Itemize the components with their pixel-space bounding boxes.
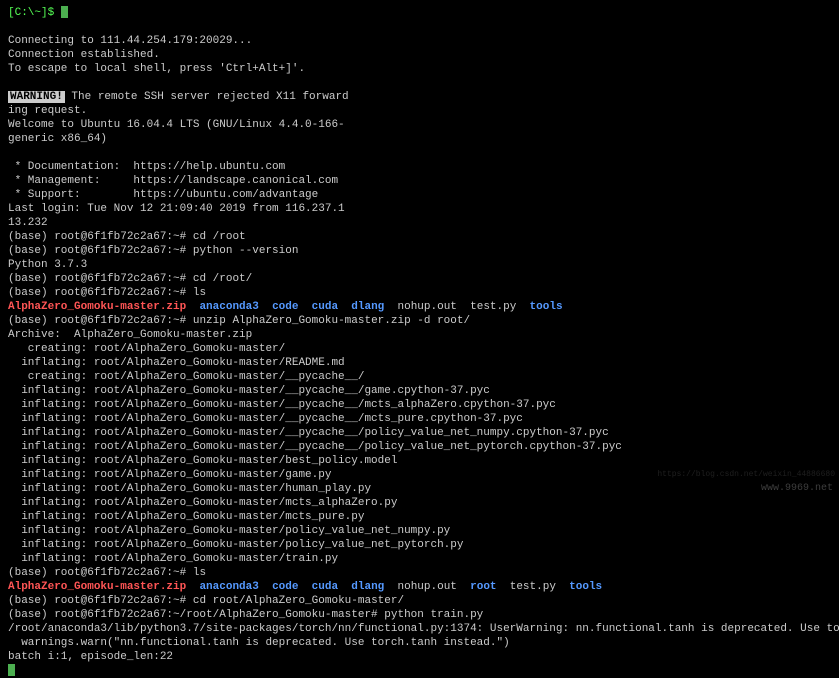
ls-item: nohup.out [398,301,457,313]
cursor-icon [61,6,68,18]
ps1: (base) root@6f1fb72c2a67:~# [8,315,193,327]
ls-item: anaconda3 [199,301,258,313]
connect-line: To escape to local shell, press 'Ctrl+Al… [8,62,831,76]
ls-item: test.py [510,581,556,593]
unzip-output: inflating: root/AlphaZero_Gomoku-master/… [8,510,831,524]
shell-line[interactable]: (base) root@6f1fb72c2a67:~# python --ver… [8,244,831,258]
shell-line[interactable]: (base) root@6f1fb72c2a67:~# cd /root/ [8,272,831,286]
ps1-deep: (base) root@6f1fb72c2a67:~/root/AlphaZer… [8,609,384,621]
ls-output: AlphaZero_Gomoku-master.zip anaconda3 co… [8,580,831,594]
ps1: (base) root@6f1fb72c2a67:~# [8,245,193,257]
train-output: /root/anaconda3/lib/python3.7/site-packa… [8,622,831,636]
ps1: (base) root@6f1fb72c2a67:~# [8,273,193,285]
ps1: (base) root@6f1fb72c2a67:~# [8,231,193,243]
ls-item: code [272,301,298,313]
command-text: ls [193,567,206,579]
last-login: 13.232 [8,216,831,230]
unzip-output: inflating: root/AlphaZero_Gomoku-master/… [8,496,831,510]
blank [8,76,831,90]
ls-item: dlang [351,581,384,593]
unzip-output: inflating: root/AlphaZero_Gomoku-master/… [8,482,831,496]
unzip-output: inflating: root/AlphaZero_Gomoku-master/… [8,412,831,426]
ls-item: cuda [312,581,338,593]
ls-item: test.py [470,301,516,313]
doc-link: * Documentation: https://help.ubuntu.com [8,160,831,174]
welcome-line: generic x86_64) [8,132,831,146]
command-text: cd /root [193,231,246,243]
unzip-output: inflating: root/AlphaZero_Gomoku-master/… [8,384,831,398]
local-prompt: [C:\~]$ [8,6,831,20]
warning-text: The remote SSH server rejected X11 forwa… [65,91,349,103]
shell-line[interactable]: (base) root@6f1fb72c2a67:~# ls [8,286,831,300]
warning-line: WARNING! The remote SSH server rejected … [8,90,831,104]
cursor-icon [8,664,15,676]
shell-line[interactable]: (base) root@6f1fb72c2a67:~# unzip AlphaZ… [8,314,831,328]
ls-output: AlphaZero_Gomoku-master.zip anaconda3 co… [8,300,831,314]
ls-item: AlphaZero_Gomoku-master.zip [8,581,186,593]
shell-line[interactable]: (base) root@6f1fb72c2a67:~# ls [8,566,831,580]
unzip-output: inflating: root/AlphaZero_Gomoku-master/… [8,356,831,370]
prompt-label: [C:\~]$ [8,7,54,19]
blank [8,146,831,160]
ps1: (base) root@6f1fb72c2a67:~# [8,567,193,579]
unzip-output: inflating: root/AlphaZero_Gomoku-master/… [8,552,831,566]
unzip-output: inflating: root/AlphaZero_Gomoku-master/… [8,440,831,454]
shell-line[interactable]: (base) root@6f1fb72c2a67:~/root/AlphaZer… [8,608,831,622]
warning-badge: WARNING! [8,91,65,103]
command-text: cd root/AlphaZero_Gomoku-master/ [193,595,404,607]
unzip-output: inflating: root/AlphaZero_Gomoku-master/… [8,468,831,482]
train-output: warnings.warn("nn.functional.tanh is dep… [8,636,831,650]
unzip-output: Archive: AlphaZero_Gomoku-master.zip [8,328,831,342]
running-cursor [8,664,831,678]
ls-item: AlphaZero_Gomoku-master.zip [8,301,186,313]
shell-line[interactable]: (base) root@6f1fb72c2a67:~# cd /root [8,230,831,244]
ls-item: code [272,581,298,593]
ls-item: tools [569,581,602,593]
ps1: (base) root@6f1fb72c2a67:~# [8,595,193,607]
command-text: ls [193,287,206,299]
doc-link: * Management: https://landscape.canonica… [8,174,831,188]
unzip-output: inflating: root/AlphaZero_Gomoku-master/… [8,398,831,412]
unzip-output: creating: root/AlphaZero_Gomoku-master/_… [8,370,831,384]
connect-line: Connecting to 111.44.254.179:20029... [8,34,831,48]
ls-item: root [470,581,496,593]
terminal[interactable]: [C:\~]$ Connecting to 111.44.254.179:200… [8,6,831,494]
command-text: cd /root/ [193,273,252,285]
ls-item: tools [530,301,563,313]
unzip-output: inflating: root/AlphaZero_Gomoku-master/… [8,454,831,468]
ls-item: anaconda3 [199,581,258,593]
unzip-output: inflating: root/AlphaZero_Gomoku-master/… [8,538,831,552]
connect-line: Connection established. [8,48,831,62]
last-login: Last login: Tue Nov 12 21:09:40 2019 fro… [8,202,831,216]
command-text: python --version [193,245,299,257]
doc-link: * Support: https://ubuntu.com/advantage [8,188,831,202]
warning-line: ing request. [8,104,831,118]
train-output: batch i:1, episode_len:22 [8,650,831,664]
welcome-line: Welcome to Ubuntu 16.04.4 LTS (GNU/Linux… [8,118,831,132]
ls-item: cuda [312,301,338,313]
shell-line[interactable]: (base) root@6f1fb72c2a67:~# cd root/Alph… [8,594,831,608]
unzip-output: inflating: root/AlphaZero_Gomoku-master/… [8,524,831,538]
command-text: python train.py [384,609,483,621]
unzip-output: creating: root/AlphaZero_Gomoku-master/ [8,342,831,356]
ls-item: nohup.out [398,581,457,593]
unzip-output: inflating: root/AlphaZero_Gomoku-master/… [8,426,831,440]
blank [8,20,831,34]
ls-item: dlang [351,301,384,313]
output-line: Python 3.7.3 [8,258,831,272]
command-text: unzip AlphaZero_Gomoku-master.zip -d roo… [193,315,470,327]
ps1: (base) root@6f1fb72c2a67:~# [8,287,193,299]
